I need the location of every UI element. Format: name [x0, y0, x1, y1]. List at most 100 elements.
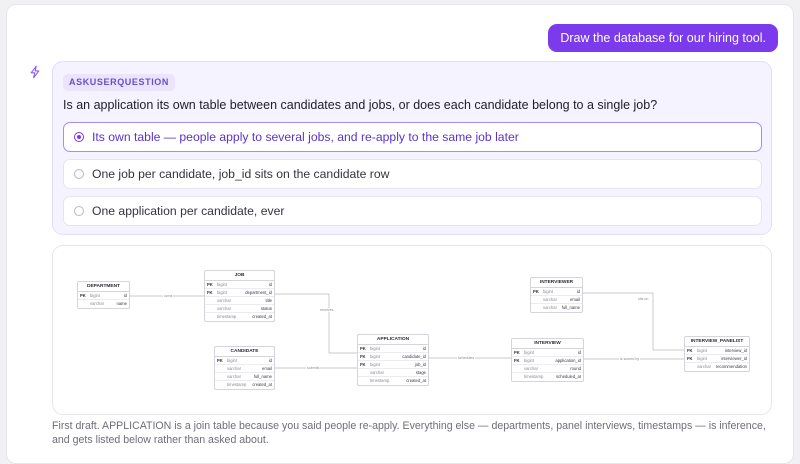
table-column-row: varchar full_name: [215, 373, 274, 381]
relation-label: receives: [319, 308, 335, 312]
column-name: candidate_id: [402, 354, 426, 359]
table-column-row: FK bigint interview_id: [685, 347, 749, 355]
table-interview: INTERVIEW PK bigint id FK bigint application_…: [511, 338, 584, 382]
column-type: bigint: [524, 358, 535, 363]
column-name: interview_id: [724, 348, 747, 353]
table-department: DEPARTMENT PK bigint id varchar name: [77, 281, 130, 309]
column-name: id: [268, 358, 272, 363]
table-column-row: varchar full_name: [531, 304, 582, 312]
table-column-row: varchar email: [215, 365, 274, 373]
user-message-bubble: Draw the database for our hiring tool.: [548, 24, 778, 52]
column-key: [80, 300, 90, 308]
table-job: JOB PK bigint id FK bigint department_id varch…: [204, 270, 275, 322]
column-name: recommendation: [715, 364, 747, 369]
table-column-row: PK bigint id: [531, 288, 582, 296]
column-name: full_name: [561, 305, 580, 310]
column-name: email: [261, 366, 272, 371]
column-key: PK: [533, 289, 539, 294]
option-one-application-ever[interactable]: One application per candidate, ever: [63, 196, 762, 226]
question-text: Is an application its own table between …: [63, 98, 658, 112]
tool-label-badge: ASKUSERQUESTION: [63, 74, 176, 91]
radio-empty-icon[interactable]: [74, 169, 84, 179]
column-type: bigint: [217, 290, 228, 295]
column-key: [514, 365, 524, 372]
relation-label: schedules: [457, 356, 476, 360]
column-name: created_at: [252, 382, 272, 387]
column-name: created_at: [252, 314, 272, 319]
column-key: [533, 304, 543, 312]
column-key: PK: [80, 293, 86, 298]
option-own-table[interactable]: Its own table — people apply to several …: [63, 122, 762, 152]
radio-selected-icon[interactable]: [74, 132, 84, 142]
column-type: varchar: [543, 297, 557, 302]
column-type: timestamp: [217, 314, 237, 319]
radio-empty-icon[interactable]: [74, 206, 84, 216]
column-type: bigint: [370, 354, 381, 359]
table-column-row: FK bigint application_id: [512, 357, 583, 365]
column-type: bigint: [524, 350, 535, 355]
table-application: APPLICATION PK bigint id FK bigint candidate_…: [357, 334, 429, 386]
option-label: One application per candidate, ever: [92, 204, 285, 218]
column-key: PK: [207, 282, 213, 287]
column-type: varchar: [227, 366, 241, 371]
table-title: JOB: [205, 271, 274, 281]
column-name: id: [123, 293, 127, 298]
connector-job-application: [275, 293, 357, 354]
column-type: bigint: [543, 289, 554, 294]
column-name: title: [265, 298, 272, 303]
table-title: INTERVIEWER: [531, 278, 582, 288]
column-type: bigint: [697, 356, 708, 361]
column-type: bigint: [217, 282, 228, 287]
column-name: status: [260, 306, 272, 311]
column-key: PK: [360, 346, 366, 351]
column-key: FK: [687, 356, 693, 361]
table-candidate: CANDIDATE PK bigint id varchar email varchar f…: [214, 346, 275, 390]
column-type: varchar: [217, 298, 231, 303]
table-title: APPLICATION: [358, 335, 428, 345]
table-column-row: varchar recommendation: [685, 363, 749, 371]
table-title: CANDIDATE: [215, 347, 274, 357]
ask-user-question-card: ASKUSERQUESTION Is an application its ow…: [52, 61, 772, 235]
connector-interviewer-panelist: [581, 292, 684, 351]
column-name: id: [576, 289, 580, 294]
table-interviewer: INTERVIEWER PK bigint id varchar email varcha…: [530, 277, 583, 313]
relation-label: submits: [306, 366, 321, 370]
lightning-icon: [30, 65, 40, 79]
column-key: [514, 373, 524, 381]
column-key: [360, 369, 370, 376]
column-type: bigint: [697, 348, 708, 353]
option-one-job-per-candidate[interactable]: One job per candidate, job_id sits on th…: [63, 159, 762, 189]
option-label: Its own table — people apply to several …: [92, 130, 519, 144]
column-type: varchar: [90, 301, 104, 306]
column-type: varchar: [697, 364, 711, 369]
column-type: timestamp: [524, 374, 544, 379]
column-key: [217, 373, 227, 380]
relation-label: is scored by: [619, 357, 641, 361]
column-name: job_id: [414, 362, 426, 367]
table-title: DEPARTMENT: [78, 282, 129, 292]
column-name: name: [116, 301, 127, 306]
column-key: [687, 363, 697, 371]
column-type: varchar: [217, 306, 231, 311]
column-name: department_id: [245, 290, 272, 295]
table-column-row: FK bigint job_id: [358, 361, 428, 369]
table-title: INTERVIEW_PANELIST: [685, 337, 749, 347]
table-column-row: timestamp created_at: [358, 377, 428, 385]
column-key: FK: [514, 358, 520, 363]
column-key: [360, 377, 370, 385]
assistant-caption: First draft. APPLICATION is a join table…: [52, 420, 766, 446]
table-interview-panelist: INTERVIEW_PANELIST FK bigint interview_id F…: [684, 336, 750, 372]
table-column-row: varchar stage: [358, 369, 428, 377]
table-column-row: PK bigint id: [215, 357, 274, 365]
column-key: FK: [687, 348, 693, 353]
column-type: varchar: [543, 305, 557, 310]
column-type: varchar: [227, 374, 241, 379]
column-type: bigint: [227, 358, 238, 363]
column-key: FK: [360, 354, 366, 359]
column-key: PK: [217, 358, 223, 363]
column-name: id: [577, 350, 581, 355]
table-column-row: PK bigint id: [512, 349, 583, 357]
table-column-row: timestamp created_at: [205, 313, 274, 321]
column-key: [207, 305, 217, 312]
table-column-row: FK bigint department_id: [205, 289, 274, 297]
